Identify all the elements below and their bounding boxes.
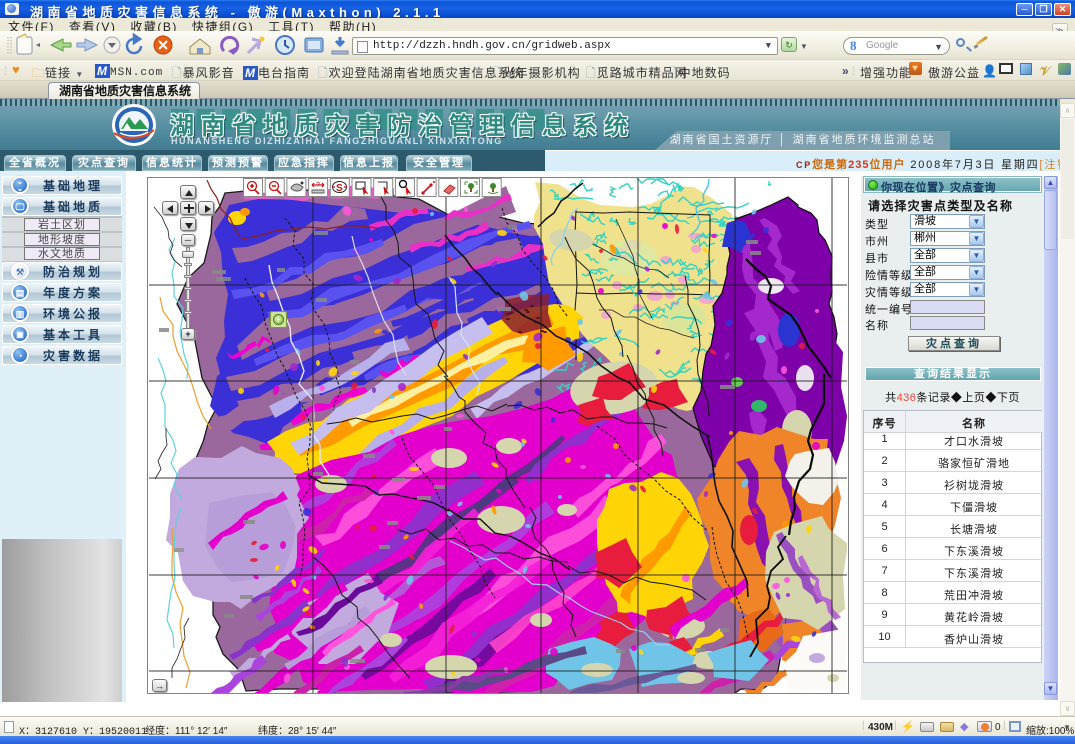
- svg-text:S: S: [336, 183, 343, 194]
- svg-text:?: ?: [316, 182, 320, 189]
